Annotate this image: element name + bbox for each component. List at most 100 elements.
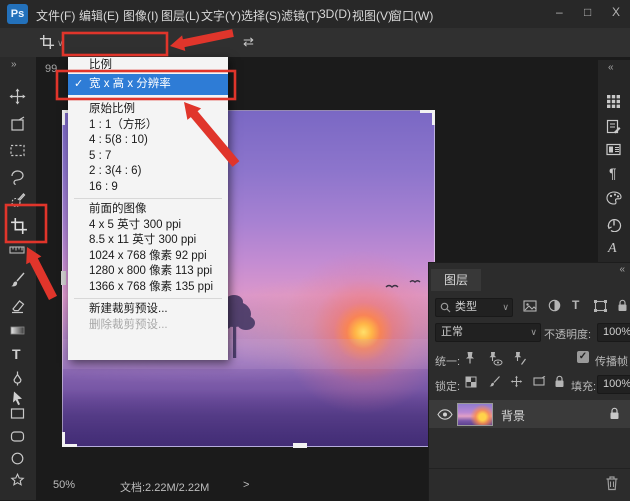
check-icon: ✓: [74, 74, 83, 95]
lasso-tool-icon[interactable]: [9, 168, 27, 186]
paragraph-icon[interactable]: ¶: [609, 165, 625, 181]
layer-filter-dropdown[interactable]: 类型 ∨: [435, 298, 513, 317]
filter-pixel-layers-icon[interactable]: [523, 300, 537, 312]
menu-item-1366x768[interactable]: 1366 x 768 像素 135 ppi: [68, 280, 228, 296]
visibility-eye-icon[interactable]: [437, 409, 453, 420]
ellipse-tool-icon[interactable]: [9, 450, 27, 468]
menu-edit[interactable]: 编辑(E): [79, 7, 119, 24]
menu-item-16-9[interactable]: 16 : 9: [68, 180, 228, 196]
lock-all-icon[interactable]: [554, 375, 565, 388]
menu-window[interactable]: 窗口(W): [390, 7, 433, 24]
propagate-frames-checkbox[interactable]: ✓: [577, 351, 589, 363]
artboard-tool-icon[interactable]: [9, 116, 27, 134]
unify-style-icon[interactable]: [512, 351, 527, 366]
crop-handle-bottom-left[interactable]: [62, 432, 77, 447]
crop-handle-left[interactable]: [61, 271, 66, 285]
layers-panel: « 图层 类型 ∨ T 正常 ∨ 不透明度: 100% 统一: ✓ 传播帧 锁定…: [428, 262, 630, 501]
swap-dimensions-icon[interactable]: ⇄: [243, 34, 254, 50]
fill-value[interactable]: 100%: [597, 375, 630, 394]
menu-type[interactable]: 文字(Y): [201, 7, 241, 24]
menu-divider: [74, 198, 222, 199]
grid-icon[interactable]: [606, 94, 622, 110]
status-chevron-icon[interactable]: >: [243, 479, 249, 491]
panel-collapse-icon[interactable]: «: [619, 264, 625, 275]
crop-handle-bottom[interactable]: [293, 443, 307, 448]
filter-smart-objects-icon[interactable]: [617, 299, 628, 312]
lock-pixels-icon[interactable]: [488, 375, 501, 388]
gradient-tool-icon[interactable]: [9, 322, 27, 340]
tool-preset-caret[interactable]: ∨: [57, 38, 64, 49]
menu-item-delete-crop-preset: 删除裁剪预设...: [68, 318, 228, 334]
layer-lock-icon: [609, 407, 620, 420]
brush-tool-icon[interactable]: [9, 271, 27, 289]
lock-position-icon[interactable]: [510, 375, 523, 388]
minimize-button[interactable]: –: [556, 5, 563, 19]
menu-item-front-image[interactable]: 前面的图像: [68, 202, 228, 218]
layer-name[interactable]: 背景: [501, 407, 525, 424]
menu-item-5-7[interactable]: 5 : 7: [68, 149, 228, 165]
zoom-level[interactable]: 50%: [53, 479, 75, 491]
layer-thumbnail[interactable]: [457, 403, 493, 426]
menu-item-original-ratio[interactable]: 原始比例: [68, 102, 228, 118]
filter-shape-layers-icon[interactable]: [594, 300, 607, 312]
rectangle-tool-icon[interactable]: [9, 405, 27, 423]
quick-select-tool-icon[interactable]: [9, 192, 27, 210]
pen-tool-icon[interactable]: [9, 370, 27, 388]
notes-icon[interactable]: [606, 119, 622, 135]
maximize-button[interactable]: □: [584, 5, 591, 19]
styles-icon[interactable]: A: [608, 241, 624, 257]
lock-transparent-icon[interactable]: [465, 376, 477, 388]
eraser-tool-icon[interactable]: [9, 297, 27, 315]
tools-panel: » T: [0, 57, 37, 500]
crop-handle-top-right[interactable]: [420, 110, 435, 125]
menu-item-8.5x11-300ppi[interactable]: 8.5 x 11 英寸 300 ppi: [68, 233, 228, 249]
info-icon[interactable]: [606, 143, 622, 159]
menu-item-4x5-300ppi[interactable]: 4 x 5 英寸 300 ppi: [68, 218, 228, 234]
menu-3d[interactable]: 3D(D): [319, 7, 351, 21]
toolbar-expand-icon[interactable]: »: [11, 59, 17, 70]
filter-adjustment-layers-icon[interactable]: [548, 299, 561, 312]
menu-item-2-3[interactable]: 2 : 3(4 : 6): [68, 164, 228, 180]
history-icon[interactable]: [606, 216, 622, 232]
menu-item-1-1[interactable]: 1 : 1（方形）: [68, 118, 228, 134]
menu-item-1024x768[interactable]: 1024 x 768 像素 92 ppi: [68, 249, 228, 265]
type-tool-icon[interactable]: T: [12, 346, 30, 364]
lock-artboard-icon[interactable]: [532, 376, 546, 387]
menu-item-1280x800[interactable]: 1280 x 800 像素 113 ppi: [68, 264, 228, 280]
menu-item-w-h-resolution[interactable]: ✓ 宽 x 高 x 分辨率: [68, 74, 228, 95]
ruler-tool-icon[interactable]: [9, 245, 27, 263]
menu-layer[interactable]: 图层(L): [161, 7, 200, 24]
marquee-tool-icon[interactable]: [9, 142, 27, 160]
menu-filter[interactable]: 滤镜(T): [281, 7, 320, 24]
menu-file[interactable]: 文件(F): [36, 7, 75, 24]
layer-row-background[interactable]: 背景: [429, 400, 630, 428]
opacity-value[interactable]: 100%: [597, 323, 630, 342]
menu-select[interactable]: 选择(S): [241, 7, 281, 24]
menu-divider: [74, 298, 222, 299]
menu-item-new-crop-preset[interactable]: 新建裁剪预设...: [68, 302, 228, 318]
dock-collapse-icon[interactable]: «: [608, 62, 614, 73]
close-button[interactable]: X: [612, 5, 620, 19]
rounded-rectangle-tool-icon[interactable]: [9, 428, 27, 446]
delete-layer-icon[interactable]: [605, 475, 619, 491]
blend-mode-dropdown[interactable]: 正常 ∨: [435, 323, 541, 342]
menu-image[interactable]: 图像(I): [123, 7, 158, 24]
tab-layers[interactable]: 图层: [431, 269, 481, 291]
move-tool-icon[interactable]: [9, 88, 27, 106]
blend-mode-value: 正常: [441, 326, 463, 338]
menu-item-label: 宽 x 高 x 分辨率: [89, 78, 171, 90]
chevron-down-icon: ∨: [502, 299, 509, 316]
menu-item-4-5[interactable]: 4 : 5(8 : 10): [68, 133, 228, 149]
unify-visibility-icon[interactable]: [487, 351, 503, 366]
fill-label: 填充:: [571, 378, 596, 394]
filter-type-layers-icon[interactable]: T: [572, 298, 579, 312]
layer-filter-value: 类型: [455, 301, 477, 313]
menu-item-ratio[interactable]: 比例: [68, 57, 228, 74]
custom-shape-tool-icon[interactable]: [9, 472, 27, 490]
lock-label: 锁定:: [435, 378, 460, 394]
crop-tool-icon[interactable]: [10, 217, 28, 235]
crop-tool-icon[interactable]: [39, 34, 55, 50]
unify-position-icon[interactable]: [463, 351, 477, 366]
color-icon[interactable]: [606, 191, 622, 207]
menu-view[interactable]: 视图(V): [352, 7, 392, 24]
